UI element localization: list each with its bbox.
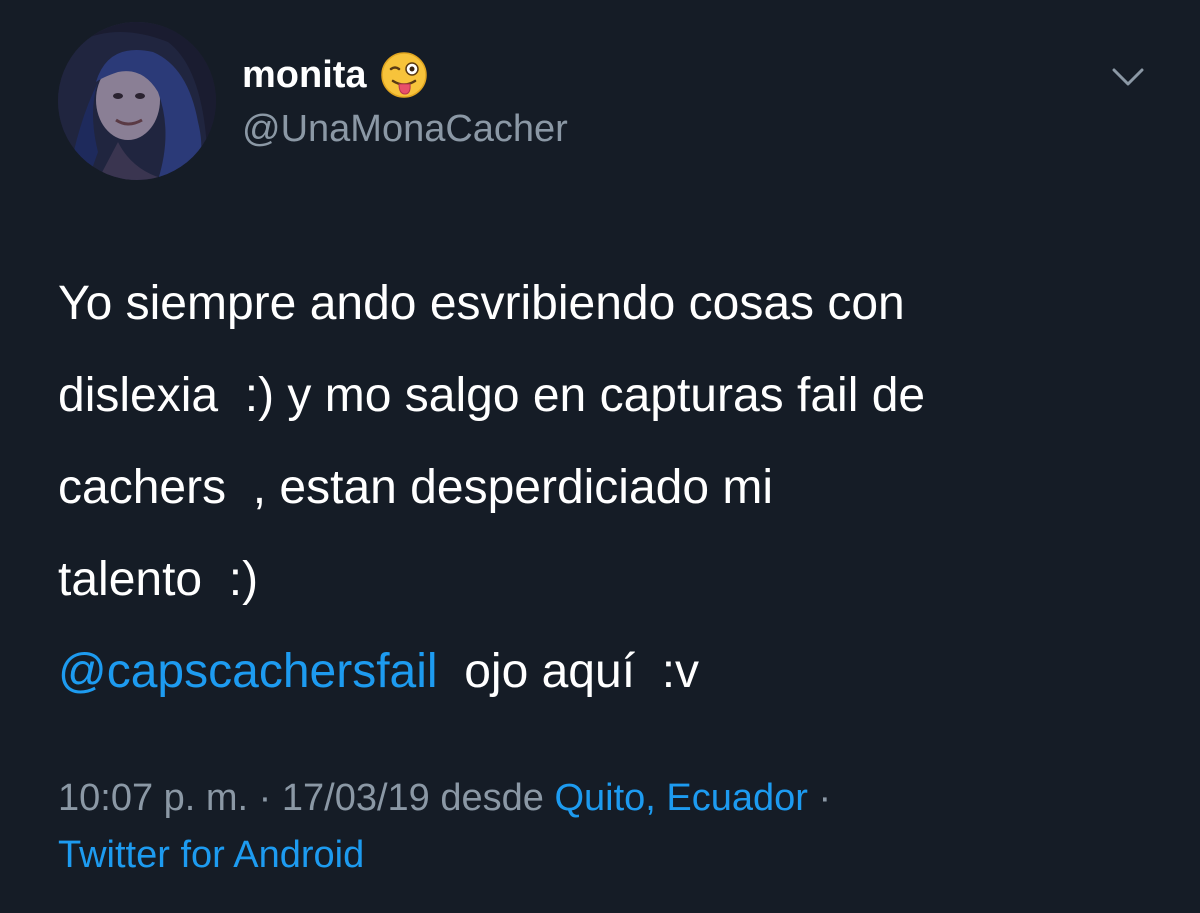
tweet-line: cachers , estan desperdiciado mi — [58, 461, 774, 514]
avatar-photo — [58, 22, 216, 180]
tweet-line: dislexia :) y mo salgo en capturas fail … — [58, 369, 926, 422]
tweet-metadata: 10:07 p. m. · 17/03/19 desde Quito, Ecua… — [58, 770, 1158, 884]
chevron-down-icon[interactable] — [1108, 62, 1148, 92]
tweet-line: Yo siempre ando esvribiendo cosas con — [58, 277, 905, 330]
mention-followup-text: ojo aquí :v — [437, 645, 700, 698]
source-link[interactable]: Twitter for Android — [58, 834, 364, 876]
user-handle[interactable]: @UnaMonaCacher — [242, 106, 568, 152]
tweet-line-mention: @capscachersfail ojo aquí :v — [58, 626, 1178, 718]
timestamp[interactable]: 10:07 p. m. · 17/03/19 desde — [58, 777, 554, 819]
timestamp-line: 10:07 p. m. · 17/03/19 desde Quito, Ecua… — [58, 770, 1158, 827]
separator: · — [807, 777, 832, 819]
tweet-card: monita @UnaMonaCacher Yo siempre ando es… — [0, 0, 1200, 913]
tweet-text: Yo siempre ando esvribiendo cosas con di… — [58, 258, 1178, 718]
tweet-line: talento :) — [58, 553, 259, 606]
mention-link[interactable]: @capscachersfail — [58, 645, 438, 698]
location-link[interactable]: Quito, Ecuador — [554, 777, 807, 819]
display-name[interactable]: monita — [242, 52, 367, 98]
name-row: monita — [242, 50, 429, 100]
winking-face-with-tongue-icon — [379, 50, 429, 100]
avatar[interactable] — [58, 22, 216, 180]
source-line: Twitter for Android — [58, 827, 1158, 884]
